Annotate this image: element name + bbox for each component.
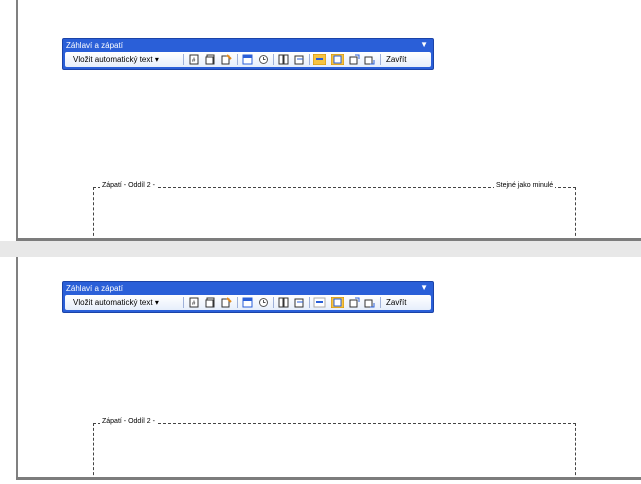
- separator: [183, 54, 184, 65]
- separator: [380, 54, 381, 65]
- page-top: Záhlaví a zápatí ▼ Vložit automatický te…: [0, 0, 641, 241]
- switch-header-footer-icon[interactable]: [331, 54, 344, 65]
- insert-autotext-button[interactable]: Vložit automatický text ▾: [73, 52, 159, 67]
- insert-page-number-icon[interactable]: #: [189, 297, 200, 308]
- page-bottom: Záhlaví a zápatí ▼ Vložit automatický te…: [0, 257, 641, 484]
- toolbar-body: Vložit automatický text ▾ # Zavřít: [65, 52, 431, 67]
- toolbar-title: Záhlaví a zápatí: [66, 41, 123, 50]
- show-next-icon[interactable]: [364, 54, 375, 65]
- show-hide-text-icon[interactable]: [294, 54, 305, 65]
- separator: [273, 297, 274, 308]
- close-button[interactable]: Zavřít: [386, 52, 406, 67]
- header-footer-toolbar: Záhlaví a zápatí ▼ Vložit automatický te…: [62, 38, 434, 70]
- format-page-number-icon[interactable]: [221, 54, 232, 65]
- link-to-previous-icon[interactable]: [313, 297, 326, 308]
- page-gap: [0, 241, 641, 257]
- separator: [237, 54, 238, 65]
- separator: [183, 297, 184, 308]
- toolbar-title: Záhlaví a zápatí: [66, 284, 123, 293]
- show-next-icon[interactable]: [364, 297, 375, 308]
- header-footer-toolbar: Záhlaví a zápatí ▼ Vložit automatický te…: [62, 281, 434, 313]
- insert-autotext-button[interactable]: Vložit automatický text ▾: [73, 295, 159, 310]
- toolbar-menu-arrow-icon[interactable]: ▼: [420, 282, 428, 294]
- show-previous-icon[interactable]: [349, 297, 360, 308]
- footer-section-label: Zápatí - Oddíl 2 -: [100, 418, 157, 425]
- insert-number-of-pages-icon[interactable]: [205, 54, 216, 65]
- page-bottom-border: [16, 477, 641, 480]
- insert-time-icon[interactable]: [258, 297, 269, 308]
- switch-header-footer-icon[interactable]: [331, 297, 344, 308]
- insert-date-icon[interactable]: [242, 54, 253, 65]
- same-as-previous-label: Stejné jako minulé: [494, 182, 556, 189]
- toolbar-body: Vložit automatický text ▾ # Zavřít: [65, 295, 431, 310]
- separator: [273, 54, 274, 65]
- insert-page-number-icon[interactable]: #: [189, 54, 200, 65]
- footer-area[interactable]: [93, 423, 576, 480]
- toolbar-menu-arrow-icon[interactable]: ▼: [420, 39, 428, 51]
- separator: [237, 297, 238, 308]
- link-to-previous-icon[interactable]: [313, 54, 326, 65]
- format-page-number-icon[interactable]: [221, 297, 232, 308]
- insert-time-icon[interactable]: [258, 54, 269, 65]
- insert-number-of-pages-icon[interactable]: [205, 297, 216, 308]
- page-left-border: [16, 257, 18, 479]
- show-hide-text-icon[interactable]: [294, 297, 305, 308]
- page-left-border: [16, 0, 18, 240]
- insert-date-icon[interactable]: [242, 297, 253, 308]
- separator: [309, 297, 310, 308]
- close-button[interactable]: Zavřít: [386, 295, 406, 310]
- separator: [380, 297, 381, 308]
- footer-area[interactable]: [93, 187, 576, 241]
- page-setup-icon[interactable]: [278, 54, 289, 65]
- show-previous-icon[interactable]: [349, 54, 360, 65]
- insert-autotext-label: Vložit automatický text: [73, 298, 153, 307]
- separator: [309, 54, 310, 65]
- page-setup-icon[interactable]: [278, 297, 289, 308]
- insert-autotext-label: Vložit automatický text: [73, 55, 153, 64]
- footer-section-label: Zápatí - Oddíl 2 -: [100, 182, 157, 189]
